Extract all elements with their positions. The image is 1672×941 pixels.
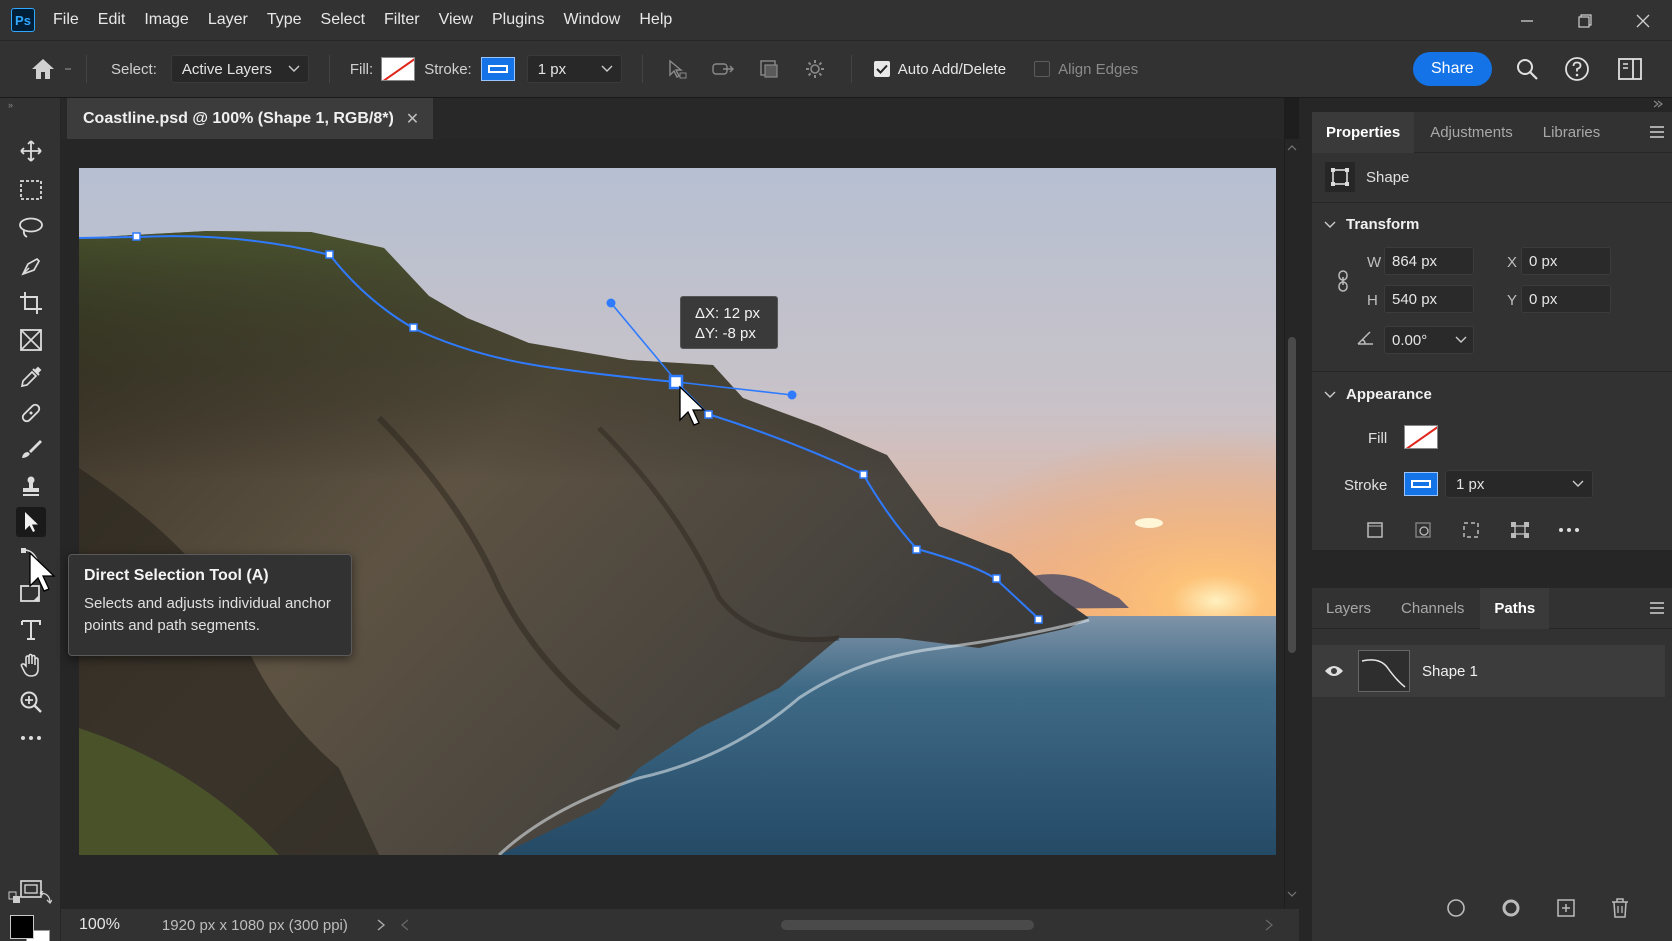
anchor-point[interactable] (1034, 615, 1043, 624)
delta-y: ΔY: -8 px (695, 325, 756, 342)
appearance-stroke-width: 1 px (1456, 475, 1485, 493)
path-row-shape-1[interactable]: Shape 1 (1312, 645, 1665, 697)
properties-panel: Properties Adjustments Libraries Shape T… (1312, 111, 1672, 550)
tab-properties[interactable]: Properties (1312, 111, 1415, 153)
paths-panel: Layers Channels Paths Shape 1 (1312, 587, 1672, 941)
chevron-down-icon (1324, 221, 1336, 228)
tooltip-description: Selects and adjusts individual anchor po… (84, 595, 331, 634)
panel-menu-icon[interactable] (1650, 126, 1664, 141)
transform-section-header[interactable]: Transform (1324, 216, 1419, 233)
tooltip-title: Direct Selection Tool (A) (84, 567, 269, 584)
scroll-down-icon[interactable] (1287, 891, 1297, 897)
status-bar: 100% 1920 px x 1080 px (300 ppi) (61, 909, 1299, 941)
drag-delta-hud: ΔX: 12 px ΔY: -8 px (680, 296, 778, 349)
stroke-align-inside-icon[interactable] (1366, 521, 1384, 539)
chevron-down-icon (1324, 391, 1336, 398)
tab-layers[interactable]: Layers (1312, 588, 1385, 629)
angle-icon (1357, 331, 1373, 345)
path-thumbnail (1358, 650, 1410, 692)
angle-value: 0.00° (1392, 331, 1428, 349)
panel-menu-icon[interactable] (1650, 602, 1664, 617)
chevron-down-icon (1572, 480, 1584, 487)
anchor-point[interactable] (859, 470, 868, 479)
properties-kind-label: Shape (1366, 169, 1410, 186)
divider (1312, 202, 1672, 203)
mouse-cursor-icon (29, 551, 56, 592)
direction-handle[interactable] (606, 298, 616, 308)
transform-title: Transform (1346, 216, 1420, 233)
y-label: Y (1507, 292, 1518, 309)
anchor-point[interactable] (992, 574, 1001, 583)
anchor-point[interactable] (325, 250, 334, 259)
stroke-align-center-icon[interactable] (1414, 521, 1432, 539)
document-info: 1920 px x 1080 px (300 ppi) (161, 916, 348, 934)
eye-visibility-icon[interactable] (1324, 664, 1344, 678)
scroll-up-icon[interactable] (1287, 145, 1297, 151)
trash-icon[interactable] (1610, 897, 1630, 919)
tab-libraries[interactable]: Libraries (1529, 112, 1615, 153)
vertical-scroll-thumb[interactable] (1288, 337, 1296, 653)
anchor-point[interactable] (912, 545, 921, 554)
properties-tabs: Properties Adjustments Libraries (1312, 111, 1672, 153)
right-panel-dock: Properties Adjustments Libraries Shape T… (1299, 98, 1672, 941)
chevron-right-icon[interactable] (376, 919, 386, 931)
tab-channels[interactable]: Channels (1387, 588, 1478, 629)
anchor-point-selected[interactable] (668, 374, 684, 390)
fill-label: Fill (1368, 430, 1388, 447)
x-field[interactable]: 0 px (1521, 247, 1611, 275)
width-field[interactable]: 864 px (1384, 247, 1474, 275)
stroke-path-icon[interactable] (1501, 898, 1521, 918)
y-field[interactable]: 0 px (1521, 285, 1611, 313)
angle-field[interactable]: 0.00° (1384, 326, 1474, 354)
vertical-scrollbar[interactable] (1285, 139, 1299, 909)
scroll-left-icon[interactable] (400, 919, 410, 931)
height-field[interactable]: 540 px (1384, 285, 1474, 313)
horizontal-scroll-thumb[interactable] (781, 920, 1034, 930)
height-label: H (1367, 292, 1378, 309)
divider (1312, 371, 1672, 372)
stroke-label: Stroke (1344, 477, 1388, 494)
fill-path-icon[interactable] (1446, 898, 1466, 918)
x-label: X (1507, 254, 1518, 271)
path-name: Shape 1 (1422, 662, 1478, 680)
chevron-down-icon (1455, 336, 1467, 343)
more-options-icon[interactable] (1558, 527, 1580, 533)
delta-x: ΔX: 12 px (695, 305, 761, 322)
appearance-title: Appearance (1346, 386, 1432, 403)
collapse-panels-icon[interactable] (1652, 100, 1664, 108)
appearance-section-header[interactable]: Appearance (1324, 386, 1432, 403)
scroll-right-icon[interactable] (1264, 919, 1274, 931)
appearance-stroke-width-dropdown[interactable]: 1 px (1445, 470, 1593, 498)
tab-paths[interactable]: Paths (1480, 587, 1550, 629)
stroke-corners-icon[interactable] (1510, 521, 1530, 539)
appearance-stroke-swatch[interactable] (1404, 472, 1438, 496)
anchor-point[interactable] (409, 323, 418, 332)
direction-handle-line (610, 302, 678, 383)
shape-kind-icon (1325, 162, 1355, 192)
appearance-fill-swatch[interactable] (1404, 425, 1438, 449)
direction-handle-line (676, 381, 793, 396)
new-path-icon[interactable] (1556, 898, 1576, 918)
tab-adjustments[interactable]: Adjustments (1416, 112, 1527, 153)
stroke-align-outside-icon[interactable] (1462, 521, 1480, 539)
direction-handle[interactable] (787, 390, 797, 400)
width-label: W (1367, 254, 1382, 271)
anchor-point[interactable] (704, 410, 713, 419)
zoom-level[interactable]: 100% (79, 916, 120, 934)
mouse-cursor-icon (679, 385, 706, 426)
link-icon[interactable] (1336, 270, 1350, 292)
tool-tooltip: Direct Selection Tool (A) Selects and ad… (68, 554, 352, 656)
anchor-point[interactable] (132, 232, 141, 241)
layers-tabs: Layers Channels Paths (1312, 587, 1672, 629)
